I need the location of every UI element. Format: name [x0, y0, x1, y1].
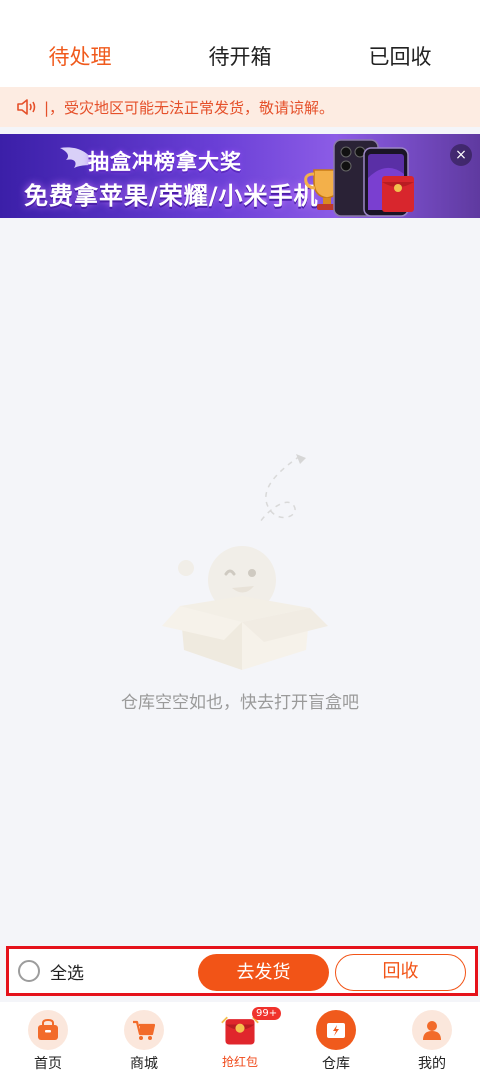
banner-title: 抽盒冲榜拿大奖 [88, 150, 242, 174]
nav-red-envelope[interactable]: 99+ 抢红包 [192, 1002, 288, 1073]
user-icon [412, 1010, 452, 1050]
empty-state-text: 仓库空空如也，快去打开盲盒吧 [121, 693, 359, 713]
nav-badge: 99+ [252, 1007, 282, 1020]
recycle-button[interactable]: 回收 [335, 954, 466, 991]
nav-warehouse[interactable]: 仓库 [288, 1002, 384, 1073]
nav-mall-label: 商城 [130, 1056, 158, 1072]
notice-text: |，受灾地区可能无法正常发货，敬请谅解。 [44, 98, 335, 117]
select-all-radio[interactable] [18, 960, 40, 982]
select-all-label[interactable]: 全选 [50, 959, 84, 984]
home-icon [28, 1010, 68, 1050]
promo-banner[interactable]: 抽盒冲榜拿大奖 免费拿苹果/荣耀/小米手机 × [0, 134, 480, 218]
nav-mall[interactable]: 商城 [96, 1002, 192, 1073]
speaker-icon [17, 99, 36, 115]
nav-home[interactable]: 首页 [0, 1002, 96, 1073]
tab-bar: 待处理 待开箱 已回收 [0, 0, 480, 87]
nav-mine[interactable]: 我的 [384, 1002, 480, 1073]
ship-button[interactable]: 去发货 [198, 954, 329, 991]
bottom-action-bar: 全选 去发货 回收 [6, 946, 478, 996]
warehouse-icon [316, 1010, 356, 1050]
banner-close-button[interactable]: × [450, 144, 472, 166]
red-envelope-icon [382, 176, 414, 212]
nav-warehouse-label: 仓库 [322, 1056, 350, 1072]
cart-icon [124, 1010, 164, 1050]
banner-subtitle: 免费拿苹果/荣耀/小米手机 [24, 182, 319, 210]
tab-unopened[interactable]: 待开箱 [160, 41, 320, 87]
nav-home-label: 首页 [34, 1056, 62, 1072]
nav-red-envelope-label: 抢红包 [221, 1055, 258, 1069]
nav-mine-label: 我的 [418, 1056, 446, 1072]
notice-bar: |，受灾地区可能无法正常发货，敬请谅解。 [0, 87, 480, 127]
empty-box-illustration [162, 454, 328, 670]
bottom-nav: 首页 商城 99+ 抢红包 仓库 我的 [0, 1002, 480, 1073]
tab-recycled[interactable]: 已回收 [320, 41, 480, 87]
tab-pending[interactable]: 待处理 [0, 41, 160, 87]
